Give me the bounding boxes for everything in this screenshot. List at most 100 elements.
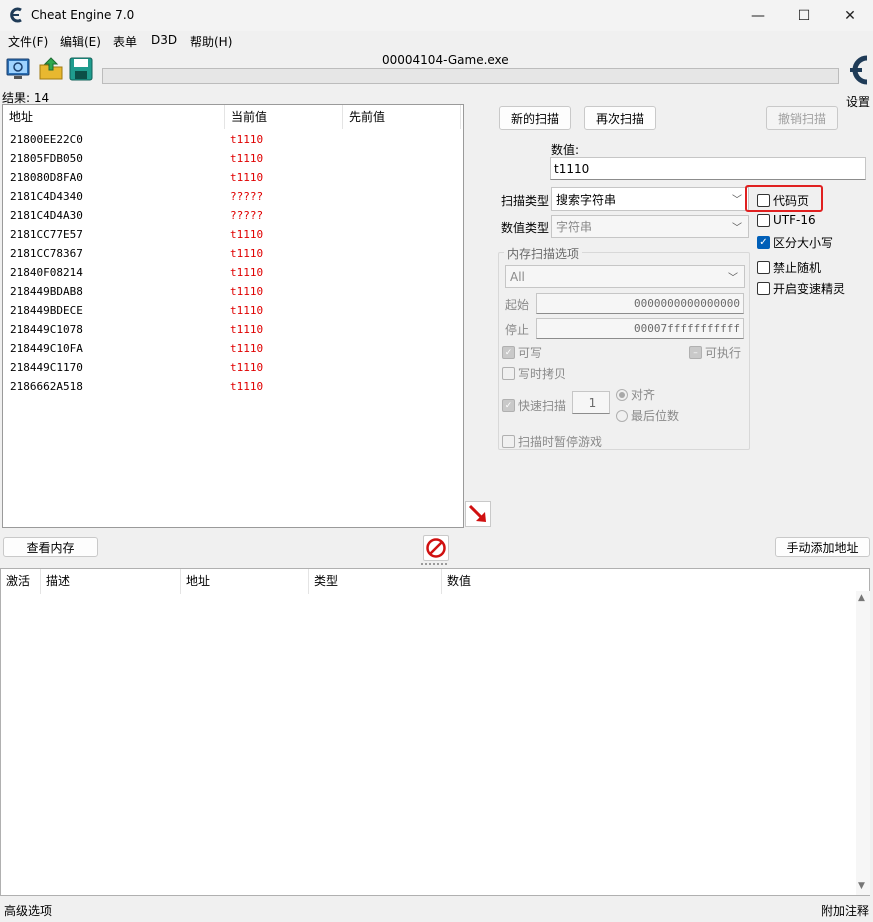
view-memory-button[interactable]: 查看内存: [3, 537, 98, 557]
menu-table[interactable]: 表单: [113, 33, 137, 50]
column-previous-value[interactable]: 先前值: [343, 105, 461, 129]
column-value[interactable]: 数值: [442, 569, 854, 594]
row-address: 2186662A518: [10, 380, 83, 393]
menu-help[interactable]: 帮助(H): [190, 33, 232, 50]
speedhack-checkbox[interactable]: [757, 282, 770, 295]
table-row[interactable]: 218449C1078 t1110: [3, 321, 463, 340]
column-address[interactable]: 地址: [181, 569, 309, 594]
column-description[interactable]: 描述: [41, 569, 181, 594]
add-address-button[interactable]: 手动添加地址: [775, 537, 870, 557]
fast-scan-alignment-input[interactable]: 1: [572, 391, 610, 414]
table-row[interactable]: 218449C1170 t1110: [3, 359, 463, 378]
memory-region-select[interactable]: All ﹀: [505, 265, 745, 288]
table-row[interactable]: 2186662A518 t1110: [3, 378, 463, 397]
no-random-option[interactable]: 禁止随机: [757, 259, 821, 276]
value-type-value: 字符串: [556, 220, 593, 234]
value-input[interactable]: t1110: [550, 157, 866, 180]
menu-file[interactable]: 文件(F): [8, 33, 48, 50]
row-address: 2181C4D4340: [10, 190, 83, 203]
table-row[interactable]: 218449BDECE t1110: [3, 302, 463, 321]
scan-type-select[interactable]: 搜索字符串 ﹀: [551, 187, 749, 211]
grip-icon: [421, 563, 447, 565]
align-radio[interactable]: [616, 388, 628, 401]
no-random-checkbox[interactable]: [757, 261, 770, 274]
table-row[interactable]: 2181C4D4A30?????: [3, 207, 463, 226]
minimize-button[interactable]: —: [735, 0, 781, 31]
stop-address-input[interactable]: 00007fffffffffff: [536, 318, 744, 339]
value-type-select[interactable]: 字符串 ﹀: [551, 215, 749, 238]
add-to-list-button[interactable]: [465, 501, 491, 527]
last-digits-radio[interactable]: [616, 409, 628, 422]
row-current-value: t1110: [230, 133, 264, 146]
copy-on-write-option[interactable]: 写时拷贝: [502, 365, 566, 382]
close-icon: ✕: [844, 7, 856, 24]
clear-list-button[interactable]: [423, 535, 449, 561]
menu-d3d[interactable]: D3D: [151, 33, 177, 47]
table-row[interactable]: 2181C4D4340?????: [3, 188, 463, 207]
executable-option[interactable]: – 可执行: [689, 344, 741, 361]
vertical-scrollbar[interactable]: ▲ ▼: [856, 591, 870, 895]
fast-scan-checkbox[interactable]: ✓: [502, 399, 515, 412]
close-button[interactable]: ✕: [827, 0, 873, 31]
copy-on-write-checkbox[interactable]: [502, 367, 515, 380]
writable-checkbox[interactable]: ✓: [502, 346, 515, 359]
advanced-options-link[interactable]: 高级选项: [4, 902, 52, 919]
writable-option[interactable]: ✓ 可写: [502, 344, 542, 361]
settings-label[interactable]: 设置: [846, 93, 870, 110]
start-address-input[interactable]: 0000000000000000: [536, 293, 744, 314]
row-current-value: t1110: [230, 228, 264, 241]
speedhack-option[interactable]: 开启变速精灵: [757, 280, 845, 297]
indeterminate-icon: –: [693, 347, 698, 358]
table-row[interactable]: 2181CC77E57 t1110: [3, 226, 463, 245]
load-table-icon[interactable]: [38, 56, 64, 82]
table-row[interactable]: 21805FDB050 t1110: [3, 150, 463, 169]
maximize-button[interactable]: ☐: [781, 0, 827, 31]
next-scan-button[interactable]: 再次扫描: [584, 106, 656, 130]
utf16-label: UTF-16: [773, 213, 816, 227]
table-row[interactable]: 21800EE22C0 t1110: [3, 131, 463, 150]
last-digits-label: 最后位数: [631, 409, 680, 423]
row-current-value: ?????: [230, 209, 264, 222]
column-current-value[interactable]: 当前值: [225, 105, 343, 129]
table-row[interactable]: 2181CC78367 t1110: [3, 245, 463, 264]
row-current-value: t1110: [230, 342, 264, 355]
table-row[interactable]: 218080D8FA0 t1110: [3, 169, 463, 188]
case-sensitive-option[interactable]: ✓ 区分大小写: [757, 234, 833, 251]
row-current-value: ?????: [230, 190, 264, 203]
executable-checkbox[interactable]: –: [689, 346, 702, 359]
codepage-checkbox[interactable]: [757, 194, 770, 207]
column-type[interactable]: 类型: [309, 569, 442, 594]
undo-scan-button[interactable]: 撤销扫描: [766, 106, 838, 130]
address-table[interactable]: 激活 描述 地址 类型 数值 ▲ ▼: [0, 568, 870, 896]
align-option[interactable]: 对齐: [616, 386, 655, 403]
row-address: 218449C10FA: [10, 342, 83, 355]
stop-label: 停止: [505, 323, 530, 337]
column-active[interactable]: 激活: [1, 569, 41, 594]
pause-game-checkbox[interactable]: [502, 435, 515, 448]
panel-splitter[interactable]: [0, 560, 873, 568]
value-label: 数值:: [551, 143, 580, 157]
fast-scan-option[interactable]: ✓ 快速扫描: [502, 397, 566, 414]
pause-game-option[interactable]: 扫描时暂停游戏: [502, 433, 602, 450]
row-current-value: t1110: [230, 152, 264, 165]
utf16-checkbox[interactable]: [757, 213, 770, 227]
codepage-option[interactable]: 代码页: [757, 192, 809, 209]
table-row[interactable]: 21840F08214 t1110: [3, 264, 463, 283]
scroll-up-icon[interactable]: ▲: [858, 593, 865, 603]
column-address[interactable]: 地址: [3, 105, 225, 129]
new-scan-button[interactable]: 新的扫描: [499, 106, 571, 130]
case-sensitive-checkbox[interactable]: ✓: [757, 236, 770, 249]
open-process-icon[interactable]: [5, 56, 31, 82]
table-comments-link[interactable]: 附加注释: [821, 902, 869, 919]
row-current-value: t1110: [230, 380, 264, 393]
table-row[interactable]: 218449C10FA t1110: [3, 340, 463, 359]
results-list[interactable]: 地址 当前值 先前值 21800EE22C0 t1110 21805FDB050 t1…: [2, 104, 464, 528]
save-table-icon[interactable]: [68, 56, 94, 82]
menu-edit[interactable]: 编辑(E): [60, 33, 101, 50]
scroll-down-icon[interactable]: ▼: [858, 881, 865, 891]
table-row[interactable]: 218449BDAB8 t1110: [3, 283, 463, 302]
settings-logo-icon[interactable]: [843, 52, 873, 92]
last-digits-option[interactable]: 最后位数: [616, 407, 679, 424]
chevron-down-icon: ﹀: [732, 195, 742, 206]
utf16-option[interactable]: UTF-16: [757, 213, 816, 227]
